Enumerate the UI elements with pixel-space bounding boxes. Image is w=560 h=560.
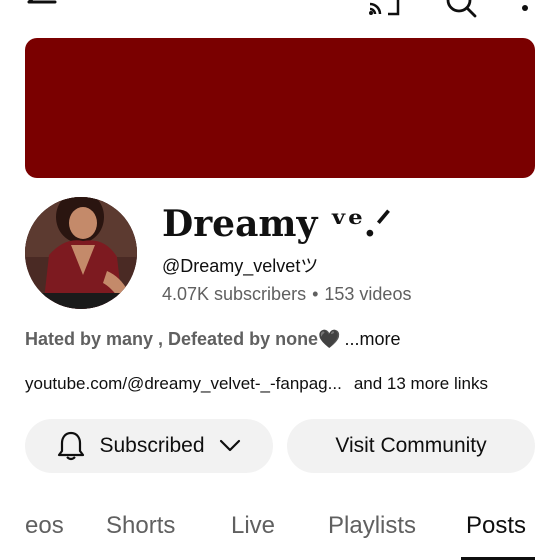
tab-playlists[interactable]: Playlists (328, 512, 416, 540)
chevron-down-icon (219, 439, 240, 452)
avatar[interactable] (25, 197, 137, 309)
video-count: 153 videos (324, 284, 412, 304)
channel-banner (25, 38, 535, 178)
visit-community-label: Visit Community (335, 434, 487, 457)
channel-tabs: eos Shorts Live Playlists Posts (0, 500, 560, 560)
subscribed-label: Subscribed (99, 434, 205, 457)
channel-link[interactable]: youtube.com/@dreamy_velvet-_-fanpag... (25, 374, 342, 393)
channel-handle: @Dreamy_velvetツ (162, 256, 319, 276)
description-text: Hated by many , Defeated by none🖤 (25, 329, 341, 349)
more-vertical-icon[interactable] (519, 0, 531, 16)
tab-videos[interactable]: eos (25, 512, 64, 540)
bell-icon (58, 431, 85, 461)
tab-live[interactable]: Live (231, 512, 275, 540)
top-app-bar (0, 0, 560, 20)
stats-separator: • (312, 284, 319, 304)
search-icon[interactable] (444, 0, 478, 18)
channel-name: Dreamy ᵛᵉ.ᐟ (162, 203, 392, 245)
visit-community-button[interactable]: Visit Community (287, 419, 535, 473)
channel-stats: 4.07K subscribers • 153 videos (162, 284, 411, 305)
arrow-left-icon[interactable] (26, 0, 58, 16)
channel-links[interactable]: youtube.com/@dreamy_velvet-_-fanpag... an… (25, 374, 488, 394)
more-link[interactable]: ...more (344, 329, 400, 349)
channel-description[interactable]: Hated by many , Defeated by none🖤 ...more (25, 329, 401, 350)
subscribed-button[interactable]: Subscribed (25, 419, 273, 473)
subscriber-count: 4.07K subscribers (162, 284, 307, 304)
tab-posts[interactable]: Posts (466, 512, 526, 540)
cast-icon[interactable] (368, 0, 402, 16)
more-links[interactable]: and 13 more links (354, 374, 488, 393)
tab-shorts[interactable]: Shorts (106, 512, 175, 540)
avatar-image (25, 197, 137, 309)
